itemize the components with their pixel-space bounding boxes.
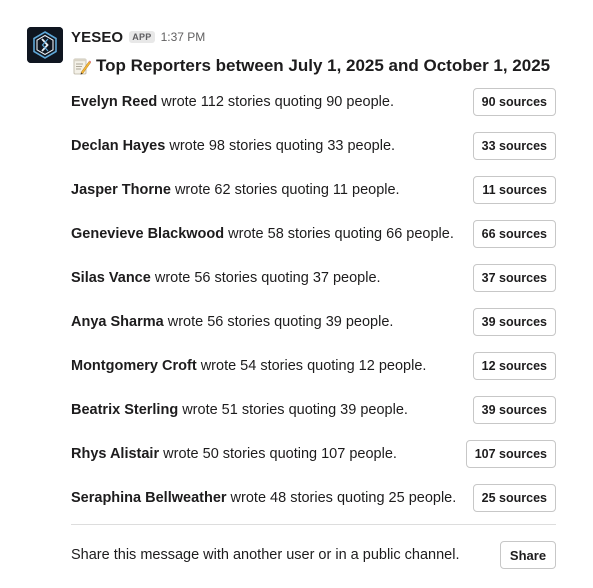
reporter-name: Declan Hayes (71, 138, 166, 154)
share-prompt: Share this message with another user or … (71, 547, 460, 563)
message-title: Top Reporters between July 1, 2025 and O… (71, 54, 550, 78)
divider (71, 524, 556, 525)
message-header: YESEO APP 1:37 PM (71, 27, 205, 47)
reporter-name: Anya Sharma (71, 314, 164, 330)
reporter-name: Rhys Alistair (71, 446, 160, 462)
reporter-row: Beatrix Sterling wrote 51 stories quotin… (71, 396, 556, 424)
sources-button[interactable]: 11 sources (473, 176, 556, 204)
reporter-summary: Seraphina Bellweather wrote 48 stories q… (71, 490, 456, 506)
reporter-stats: wrote 56 stories quoting 39 people. (163, 314, 394, 330)
reporter-stats: wrote 58 stories quoting 66 people. (224, 226, 454, 242)
sources-button[interactable]: 39 sources (472, 308, 556, 336)
reporter-name: Silas Vance (71, 270, 151, 286)
sources-button[interactable]: 25 sources (472, 484, 556, 512)
reporter-row: Rhys Alistair wrote 50 stories quoting 1… (71, 440, 556, 468)
reporter-name: Jasper Thorne (71, 182, 171, 198)
reporter-summary: Jasper Thorne wrote 62 stories quoting 1… (71, 182, 400, 198)
reporter-summary: Evelyn Reed wrote 112 stories quoting 90… (71, 94, 394, 110)
reporter-summary: Montgomery Croft wrote 54 stories quotin… (71, 358, 426, 374)
reporter-name: Beatrix Sterling (71, 402, 179, 418)
reporter-stats: wrote 98 stories quoting 33 people. (165, 138, 396, 154)
reporter-summary: Genevieve Blackwood wrote 58 stories quo… (71, 226, 454, 242)
sources-button[interactable]: 107 sources (465, 440, 556, 468)
message-timestamp[interactable]: 1:37 PM (161, 30, 206, 44)
reporter-row: Declan Hayes wrote 98 stories quoting 33… (71, 132, 556, 160)
reporter-row: Jasper Thorne wrote 62 stories quoting 1… (71, 176, 556, 204)
sources-button[interactable]: 12 sources (472, 352, 556, 380)
reporter-row: Seraphina Bellweather wrote 48 stories q… (71, 484, 556, 512)
reporter-summary: Anya Sharma wrote 56 stories quoting 39 … (71, 314, 393, 330)
yeseo-avatar[interactable] (27, 27, 63, 63)
share-button[interactable]: Share (500, 541, 556, 569)
yeseo-logo-icon (27, 27, 63, 63)
app-badge: APP (129, 31, 155, 43)
reporter-row: Genevieve Blackwood wrote 58 stories quo… (71, 220, 556, 248)
reporter-row: Anya Sharma wrote 56 stories quoting 39 … (71, 308, 556, 336)
reporter-row: Evelyn Reed wrote 112 stories quoting 90… (71, 88, 556, 116)
sender-name[interactable]: YESEO (71, 29, 123, 46)
reporter-stats: wrote 112 stories quoting 90 people. (157, 94, 394, 110)
reporter-name: Seraphina Bellweather (71, 490, 227, 506)
reporter-name: Montgomery Croft (71, 358, 197, 374)
sources-button[interactable]: 90 sources (472, 88, 556, 116)
sources-button[interactable]: 33 sources (472, 132, 556, 160)
sources-button[interactable]: 66 sources (472, 220, 556, 248)
sources-button[interactable]: 37 sources (472, 264, 556, 292)
reporter-summary: Beatrix Sterling wrote 51 stories quotin… (71, 402, 408, 418)
reporter-name: Evelyn Reed (71, 94, 158, 110)
reporter-stats: wrote 51 stories quoting 39 people. (178, 402, 408, 418)
reporter-stats: wrote 56 stories quoting 37 people. (150, 270, 381, 286)
reporter-summary: Declan Hayes wrote 98 stories quoting 33… (71, 138, 395, 154)
reporter-row: Montgomery Croft wrote 54 stories quotin… (71, 352, 556, 380)
reporter-row: Silas Vance wrote 56 stories quoting 37 … (71, 264, 556, 292)
memo-icon (71, 56, 91, 76)
bot-message: YESEO APP 1:37 PM Top Reporters between … (0, 0, 593, 588)
reporter-stats: wrote 48 stories quoting 25 people. (226, 490, 457, 506)
reporter-stats: wrote 54 stories quoting 12 people. (196, 358, 427, 374)
reporter-name: Genevieve Blackwood (71, 226, 225, 242)
reporter-summary: Rhys Alistair wrote 50 stories quoting 1… (71, 446, 397, 462)
share-section: Share this message with another user or … (71, 541, 556, 569)
reporter-summary: Silas Vance wrote 56 stories quoting 37 … (71, 270, 381, 286)
reporter-stats: wrote 62 stories quoting 11 people. (170, 182, 400, 198)
sources-button[interactable]: 39 sources (472, 396, 556, 424)
title-text: Top Reporters between July 1, 2025 and O… (96, 56, 551, 75)
reporter-stats: wrote 50 stories quoting 107 people. (159, 446, 397, 462)
